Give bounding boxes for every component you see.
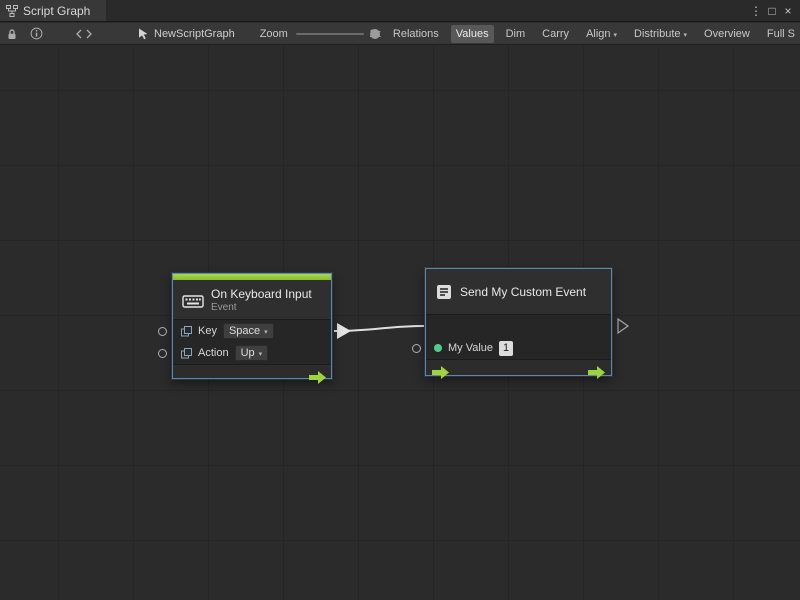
fullscreen-button[interactable]: Full S xyxy=(762,25,800,43)
port-label-action: Action xyxy=(198,347,229,359)
node-header[interactable]: On Keyboard Input Event xyxy=(173,280,331,320)
carry-button-label: Carry xyxy=(542,28,569,40)
outer-port-my-value[interactable] xyxy=(412,344,421,353)
fullscreen-button-label: Full S xyxy=(767,28,795,40)
node-send-my-custom-event[interactable]: Send My Custom Event My Value 1 xyxy=(425,268,612,376)
port-row-action: Action Up ▾ xyxy=(173,342,331,364)
flow-input-port[interactable] xyxy=(432,366,449,384)
relations-button[interactable]: Relations xyxy=(388,25,444,43)
flow-output-port[interactable] xyxy=(309,371,326,389)
action-dropdown-value: Up xyxy=(241,347,255,359)
cursor-icon xyxy=(138,28,149,40)
menu-icon[interactable]: ⋮ xyxy=(748,1,764,21)
zoom-slider[interactable] xyxy=(296,28,364,40)
lock-icon[interactable] xyxy=(6,28,18,40)
graph-toolbar: NewScriptGraph Zoom 1x Relations Values … xyxy=(0,23,800,45)
object-icon xyxy=(181,348,192,359)
port-label-key: Key xyxy=(198,325,217,337)
action-dropdown[interactable]: Up ▾ xyxy=(235,345,269,361)
flow-output-port[interactable] xyxy=(588,366,605,384)
port-row-key: Key Space ▾ xyxy=(173,320,331,342)
node-title: On Keyboard Input xyxy=(211,287,312,301)
zoom-slider-track xyxy=(296,33,364,35)
node-title: Send My Custom Event xyxy=(460,285,586,299)
overview-button[interactable]: Overview xyxy=(699,25,755,43)
outer-port-key[interactable] xyxy=(158,327,167,336)
node-subtitle: Event xyxy=(211,302,312,313)
values-button-label: Values xyxy=(456,28,489,40)
connection-arrowhead-icon xyxy=(337,323,351,339)
tab-title: Script Graph xyxy=(23,4,90,18)
info-icon[interactable] xyxy=(30,27,43,40)
node-footer xyxy=(426,359,611,375)
graph-canvas[interactable]: On Keyboard Input Event Key Space ▾ xyxy=(0,46,800,600)
zoom-label: Zoom xyxy=(260,28,288,40)
close-icon[interactable]: × xyxy=(780,1,796,21)
key-dropdown[interactable]: Space ▾ xyxy=(223,323,274,339)
graph-name: NewScriptGraph xyxy=(154,28,235,40)
flow-row xyxy=(426,315,611,337)
port-row-my-value: My Value 1 xyxy=(426,337,611,359)
window-buttons: ⋮ □ × xyxy=(748,0,800,21)
carry-button[interactable]: Carry xyxy=(537,25,574,43)
script-graph-window: Script Graph ⋮ □ × xyxy=(0,0,800,600)
node-on-keyboard-input[interactable]: On Keyboard Input Event Key Space ▾ xyxy=(172,273,332,379)
chevron-down-icon: ▾ xyxy=(264,328,268,336)
chevron-down-icon: ▾ xyxy=(614,31,618,39)
align-button-label: Align xyxy=(586,28,610,40)
values-button[interactable]: Values xyxy=(451,25,494,43)
my-value-input[interactable]: 1 xyxy=(499,341,513,356)
code-chevrons-icon[interactable] xyxy=(76,29,92,39)
distribute-button[interactable]: Distribute ▾ xyxy=(629,25,692,43)
keyboard-icon xyxy=(182,292,204,308)
relations-button-label: Relations xyxy=(393,28,439,40)
tab-bar: Script Graph ⋮ □ × xyxy=(0,0,800,22)
dim-button[interactable]: Dim xyxy=(501,25,531,43)
object-icon xyxy=(181,326,192,337)
custom-event-icon xyxy=(435,283,453,301)
key-dropdown-value: Space xyxy=(229,325,260,337)
connection-wire[interactable] xyxy=(334,326,424,331)
graph-breadcrumb[interactable]: NewScriptGraph xyxy=(138,28,235,40)
chevron-down-icon: ▾ xyxy=(684,31,688,39)
chevron-down-icon: ▾ xyxy=(259,350,263,358)
port-label-my-value: My Value xyxy=(448,342,493,354)
align-button[interactable]: Align ▾ xyxy=(581,25,622,43)
graph-icon xyxy=(6,5,18,17)
outer-port-action[interactable] xyxy=(158,349,167,358)
maximize-icon[interactable]: □ xyxy=(764,1,780,21)
node-header[interactable]: Send My Custom Event xyxy=(426,269,611,315)
zoom-slider-handle[interactable] xyxy=(370,29,380,39)
flow-continue-triangle-icon[interactable] xyxy=(618,319,628,333)
node-footer xyxy=(173,364,331,378)
value-port-icon[interactable] xyxy=(434,344,442,352)
overview-button-label: Overview xyxy=(704,28,750,40)
dim-button-label: Dim xyxy=(506,28,526,40)
distribute-button-label: Distribute xyxy=(634,28,680,40)
wire-layer xyxy=(0,46,800,600)
tab-script-graph[interactable]: Script Graph xyxy=(0,0,106,21)
